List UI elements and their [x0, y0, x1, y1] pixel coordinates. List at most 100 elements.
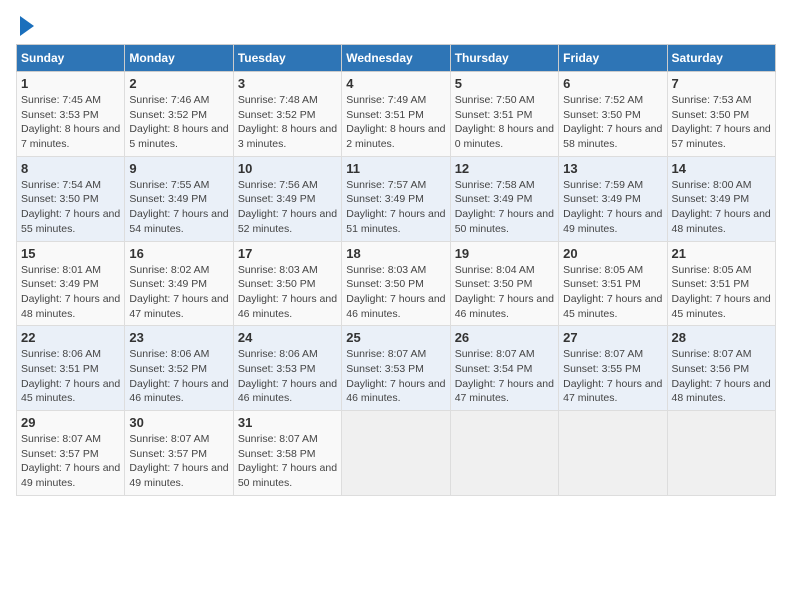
calendar-cell: 24Sunrise: 8:06 AMSunset: 3:53 PMDayligh… — [233, 326, 341, 411]
day-info: Sunrise: 8:07 AMSunset: 3:54 PMDaylight:… — [455, 347, 554, 406]
day-info: Sunrise: 8:01 AMSunset: 3:49 PMDaylight:… — [21, 263, 120, 322]
calendar-cell: 23Sunrise: 8:06 AMSunset: 3:52 PMDayligh… — [125, 326, 233, 411]
day-info: Sunrise: 7:57 AMSunset: 3:49 PMDaylight:… — [346, 178, 445, 237]
day-info: Sunrise: 7:55 AMSunset: 3:49 PMDaylight:… — [129, 178, 228, 237]
column-header-friday: Friday — [559, 45, 667, 72]
day-info: Sunrise: 7:50 AMSunset: 3:51 PMDaylight:… — [455, 93, 554, 152]
calendar-cell: 20 Sunrise: 8:05 AMSunset: 3:51 PMDayligh… — [559, 241, 667, 326]
day-info: Sunrise: 7:56 AMSunset: 3:49 PMDaylight:… — [238, 178, 337, 237]
day-number: 21 — [672, 246, 771, 261]
day-info: Sunrise: 7:58 AMSunset: 3:49 PMDaylight:… — [455, 178, 554, 237]
calendar-cell: 26 Sunrise: 8:07 AMSunset: 3:54 PMDayligh… — [450, 326, 558, 411]
calendar-cell: 21 Sunrise: 8:05 AMSunset: 3:51 PMDayligh… — [667, 241, 775, 326]
calendar-cell — [450, 411, 558, 496]
day-number: 1 — [21, 76, 120, 91]
calendar-cell: 17 Sunrise: 8:03 AMSunset: 3:50 PMDayligh… — [233, 241, 341, 326]
calendar-cell: 14Sunrise: 8:00 AMSunset: 3:49 PMDayligh… — [667, 156, 775, 241]
column-header-thursday: Thursday — [450, 45, 558, 72]
calendar-cell — [667, 411, 775, 496]
calendar-cell: 12Sunrise: 7:58 AMSunset: 3:49 PMDayligh… — [450, 156, 558, 241]
day-info: Sunrise: 8:07 AMSunset: 3:55 PMDaylight:… — [563, 347, 662, 406]
week-row-2: 8 Sunrise: 7:54 AMSunset: 3:50 PMDaylight… — [17, 156, 776, 241]
day-number: 7 — [672, 76, 771, 91]
day-number: 6 — [563, 76, 662, 91]
day-info: Sunrise: 8:03 AMSunset: 3:50 PMDaylight:… — [346, 263, 445, 322]
day-info: Sunrise: 8:07 AMSunset: 3:56 PMDaylight:… — [672, 347, 771, 406]
day-number: 9 — [129, 161, 228, 176]
header-row: SundayMondayTuesdayWednesdayThursdayFrid… — [17, 45, 776, 72]
day-number: 19 — [455, 246, 554, 261]
day-number: 10 — [238, 161, 337, 176]
calendar-body: 1 Sunrise: 7:45 AMSunset: 3:53 PMDaylight… — [17, 72, 776, 496]
column-header-monday: Monday — [125, 45, 233, 72]
calendar-cell: 13 Sunrise: 7:59 AMSunset: 3:49 PMDayligh… — [559, 156, 667, 241]
day-number: 26 — [455, 330, 554, 345]
logo — [16, 16, 34, 36]
day-number: 27 — [563, 330, 662, 345]
day-number: 3 — [238, 76, 337, 91]
calendar-cell: 9 Sunrise: 7:55 AMSunset: 3:49 PMDaylight… — [125, 156, 233, 241]
day-number: 11 — [346, 161, 445, 176]
calendar-cell: 5 Sunrise: 7:50 AMSunset: 3:51 PMDaylight… — [450, 72, 558, 157]
calendar-cell: 22 Sunrise: 8:06 AMSunset: 3:51 PMDayligh… — [17, 326, 125, 411]
week-row-5: 29 Sunrise: 8:07 AMSunset: 3:57 PMDayligh… — [17, 411, 776, 496]
day-info: Sunrise: 7:53 AMSunset: 3:50 PMDaylight:… — [672, 93, 771, 152]
day-number: 20 — [563, 246, 662, 261]
calendar-cell: 31 Sunrise: 8:07 AMSunset: 3:58 PMDayligh… — [233, 411, 341, 496]
page-header — [16, 16, 776, 36]
day-info: Sunrise: 8:07 AMSunset: 3:58 PMDaylight:… — [238, 432, 337, 491]
calendar-cell: 7 Sunrise: 7:53 AMSunset: 3:50 PMDaylight… — [667, 72, 775, 157]
column-header-sunday: Sunday — [17, 45, 125, 72]
day-info: Sunrise: 8:05 AMSunset: 3:51 PMDaylight:… — [672, 263, 771, 322]
day-number: 29 — [21, 415, 120, 430]
day-info: Sunrise: 8:07 AMSunset: 3:57 PMDaylight:… — [21, 432, 120, 491]
day-info: Sunrise: 8:03 AMSunset: 3:50 PMDaylight:… — [238, 263, 337, 322]
day-info: Sunrise: 8:06 AMSunset: 3:51 PMDaylight:… — [21, 347, 120, 406]
day-info: Sunrise: 7:45 AMSunset: 3:53 PMDaylight:… — [21, 93, 120, 152]
day-info: Sunrise: 7:48 AMSunset: 3:52 PMDaylight:… — [238, 93, 337, 152]
calendar-cell: 16Sunrise: 8:02 AMSunset: 3:49 PMDayligh… — [125, 241, 233, 326]
calendar-cell: 11 Sunrise: 7:57 AMSunset: 3:49 PMDayligh… — [342, 156, 450, 241]
day-number: 4 — [346, 76, 445, 91]
day-info: Sunrise: 7:52 AMSunset: 3:50 PMDaylight:… — [563, 93, 662, 152]
calendar-cell — [342, 411, 450, 496]
calendar-cell: 10 Sunrise: 7:56 AMSunset: 3:49 PMDayligh… — [233, 156, 341, 241]
day-number: 17 — [238, 246, 337, 261]
calendar-cell: 28 Sunrise: 8:07 AMSunset: 3:56 PMDayligh… — [667, 326, 775, 411]
day-number: 8 — [21, 161, 120, 176]
calendar-cell: 3 Sunrise: 7:48 AMSunset: 3:52 PMDaylight… — [233, 72, 341, 157]
day-info: Sunrise: 7:59 AMSunset: 3:49 PMDaylight:… — [563, 178, 662, 237]
day-number: 30 — [129, 415, 228, 430]
calendar-cell: 2 Sunrise: 7:46 AMSunset: 3:52 PMDaylight… — [125, 72, 233, 157]
day-number: 18 — [346, 246, 445, 261]
calendar-cell: 27 Sunrise: 8:07 AMSunset: 3:55 PMDayligh… — [559, 326, 667, 411]
day-info: Sunrise: 8:07 AMSunset: 3:53 PMDaylight:… — [346, 347, 445, 406]
day-number: 5 — [455, 76, 554, 91]
day-number: 15 — [21, 246, 120, 261]
day-info: Sunrise: 7:54 AMSunset: 3:50 PMDaylight:… — [21, 178, 120, 237]
calendar-cell: 8 Sunrise: 7:54 AMSunset: 3:50 PMDaylight… — [17, 156, 125, 241]
day-info: Sunrise: 8:06 AMSunset: 3:52 PMDaylight:… — [129, 347, 228, 406]
column-header-wednesday: Wednesday — [342, 45, 450, 72]
calendar-cell: 18 Sunrise: 8:03 AMSunset: 3:50 PMDayligh… — [342, 241, 450, 326]
day-number: 28 — [672, 330, 771, 345]
day-info: Sunrise: 8:04 AMSunset: 3:50 PMDaylight:… — [455, 263, 554, 322]
day-number: 13 — [563, 161, 662, 176]
calendar-cell: 4Sunrise: 7:49 AMSunset: 3:51 PMDaylight… — [342, 72, 450, 157]
calendar-cell: 25 Sunrise: 8:07 AMSunset: 3:53 PMDayligh… — [342, 326, 450, 411]
calendar-table: SundayMondayTuesdayWednesdayThursdayFrid… — [16, 44, 776, 496]
day-info: Sunrise: 8:05 AMSunset: 3:51 PMDaylight:… — [563, 263, 662, 322]
day-info: Sunrise: 8:06 AMSunset: 3:53 PMDaylight:… — [238, 347, 337, 406]
week-row-1: 1 Sunrise: 7:45 AMSunset: 3:53 PMDaylight… — [17, 72, 776, 157]
day-number: 16 — [129, 246, 228, 261]
day-number: 25 — [346, 330, 445, 345]
calendar-cell: 15 Sunrise: 8:01 AMSunset: 3:49 PMDayligh… — [17, 241, 125, 326]
day-number: 2 — [129, 76, 228, 91]
day-number: 31 — [238, 415, 337, 430]
day-info: Sunrise: 7:46 AMSunset: 3:52 PMDaylight:… — [129, 93, 228, 152]
calendar-cell: 6 Sunrise: 7:52 AMSunset: 3:50 PMDaylight… — [559, 72, 667, 157]
calendar-cell: 1 Sunrise: 7:45 AMSunset: 3:53 PMDaylight… — [17, 72, 125, 157]
week-row-4: 22 Sunrise: 8:06 AMSunset: 3:51 PMDayligh… — [17, 326, 776, 411]
week-row-3: 15 Sunrise: 8:01 AMSunset: 3:49 PMDayligh… — [17, 241, 776, 326]
day-number: 22 — [21, 330, 120, 345]
